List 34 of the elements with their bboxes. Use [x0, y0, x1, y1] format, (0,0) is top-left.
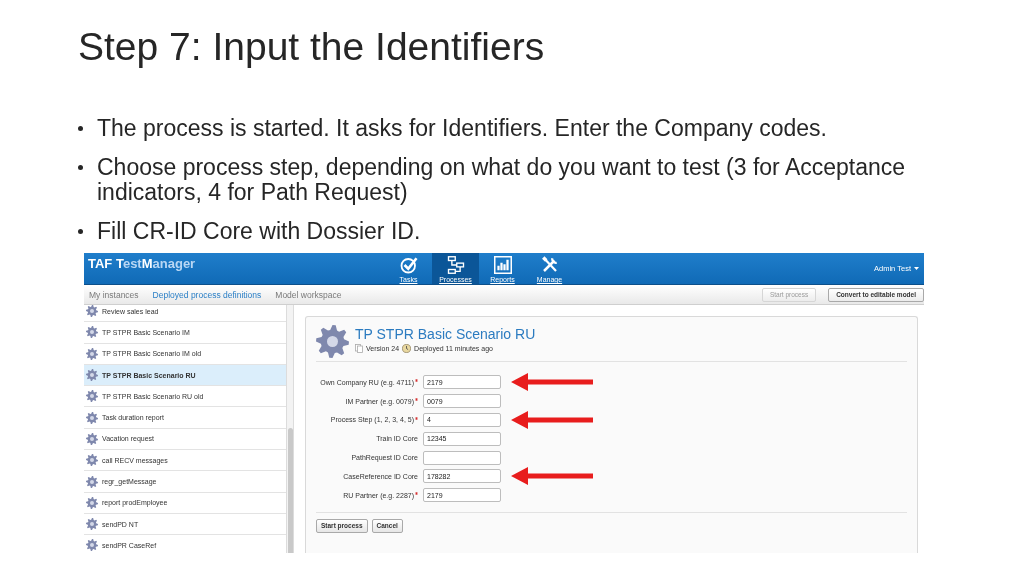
- gear-icon: [86, 305, 98, 318]
- gear-icon: [316, 325, 349, 358]
- gear-icon: [86, 369, 98, 382]
- gear-icon: [86, 432, 98, 445]
- gear-icon: [86, 347, 98, 360]
- document-icon: [355, 344, 363, 353]
- gear-icon: [86, 326, 98, 339]
- bar-chart-icon: [492, 256, 513, 274]
- caret-icon: [914, 267, 919, 270]
- gear-icon: [86, 475, 98, 488]
- gear-icon: [86, 518, 98, 531]
- gear-icon: [86, 454, 98, 467]
- bullet-text: Choose process step, depending on what do you want to test (3 for Acceptance indicators, 4 for Path Request): [97, 154, 907, 205]
- bullet-icon: [78, 228, 83, 234]
- scrollbar-thumb[interactable]: [287, 428, 293, 553]
- slide-title: Step 7: Input the Identifiers: [78, 24, 545, 70]
- bullet-text: Fill CR-ID Core with Dossier ID.: [97, 218, 421, 244]
- tab[interactable]: My instances: [89, 288, 139, 301]
- gear-icon: [86, 411, 98, 424]
- process-title: TP STPR Basic Scenario RU: [355, 325, 536, 343]
- clock-icon: [402, 344, 412, 353]
- text-input-field[interactable]: [423, 450, 501, 465]
- app-logo[interactable]: TAF TestManager: [88, 256, 196, 272]
- bullet-icon: [78, 164, 83, 170]
- gear-icon: [86, 390, 98, 403]
- wrench-screwdriver-icon: [539, 256, 560, 274]
- check-circle-icon: [398, 256, 419, 274]
- gear-icon: [86, 539, 98, 552]
- tab[interactable]: Deployed process definitions: [152, 288, 262, 301]
- bullet-text: The process is started. It asks for Identifiers. Enter the Company codes.: [97, 115, 827, 141]
- gear-icon: [86, 496, 98, 509]
- flowchart-icon: [445, 256, 466, 274]
- bullet-icon: [78, 125, 83, 131]
- tab[interactable]: Model workspace: [275, 288, 342, 301]
